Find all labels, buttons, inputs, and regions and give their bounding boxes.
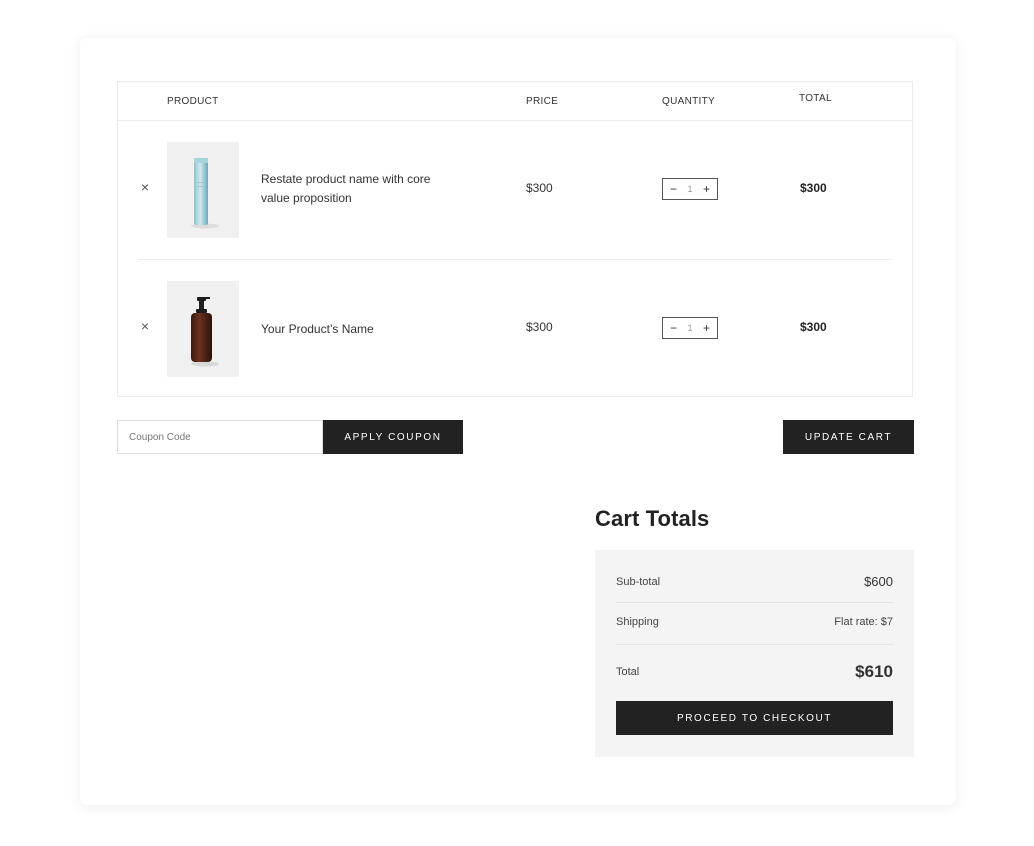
header-product: PRODUCT <box>167 96 219 107</box>
blue-tube-bottle-icon <box>191 158 219 229</box>
shipping-value: Flat rate: $7 <box>834 616 893 628</box>
product-image[interactable] <box>167 281 239 377</box>
shipping-label: Shipping <box>616 616 659 628</box>
totals-divider <box>616 602 893 603</box>
total-row: Total $610 <box>616 662 893 682</box>
total-label: Total <box>616 666 640 678</box>
cart-table: PRODUCT PRICE QUANTITY TOTAL × Restate p… <box>117 81 913 397</box>
subtotal-label: Sub-total <box>616 575 661 588</box>
shipping-row: Shipping Flat rate: $7 <box>616 616 893 628</box>
product-price: $300 <box>526 181 553 195</box>
totals-divider <box>616 644 893 645</box>
quantity-value[interactable]: 1 <box>687 323 692 333</box>
increase-quantity-button[interactable]: + <box>703 183 710 195</box>
amber-pump-bottle-icon <box>191 297 219 367</box>
quantity-stepper[interactable]: − 1 + <box>662 178 718 200</box>
table-row: × Your Product’s Name $300 − 1 + $300 <box>118 260 912 399</box>
coupon-code-input[interactable] <box>117 420 323 454</box>
product-name-link[interactable]: Your Product’s Name <box>261 320 431 339</box>
total-value: $610 <box>855 662 893 681</box>
product-image[interactable] <box>167 142 239 238</box>
cart-card: PRODUCT PRICE QUANTITY TOTAL × Restate p… <box>80 38 956 805</box>
row-total: $300 <box>800 320 827 334</box>
subtotal-row: Sub-total $600 <box>616 574 893 589</box>
decrease-quantity-button[interactable]: − <box>670 322 677 334</box>
cart-totals-panel: Sub-total $600 Shipping Flat rate: $7 To… <box>595 550 914 757</box>
apply-coupon-button[interactable]: APPLY COUPON <box>323 420 463 454</box>
quantity-value[interactable]: 1 <box>687 184 692 194</box>
header-total: TOTAL <box>799 93 832 104</box>
remove-item-icon[interactable]: × <box>139 319 151 333</box>
proceed-to-checkout-button[interactable]: PROCEED TO CHECKOUT <box>616 701 893 735</box>
remove-item-icon[interactable]: × <box>139 180 151 194</box>
cart-totals-title: Cart Totals <box>595 506 710 531</box>
product-name-link[interactable]: Restate product name with core value pro… <box>261 170 431 208</box>
product-price: $300 <box>526 320 553 334</box>
table-header: PRODUCT PRICE QUANTITY TOTAL <box>118 82 912 121</box>
update-cart-button[interactable]: UPDATE CART <box>783 420 914 454</box>
table-row: × Restate product name with core value p… <box>118 121 912 260</box>
header-quantity: QUANTITY <box>662 96 715 107</box>
decrease-quantity-button[interactable]: − <box>670 183 677 195</box>
increase-quantity-button[interactable]: + <box>703 322 710 334</box>
header-price: PRICE <box>526 96 559 107</box>
subtotal-value: $600 <box>864 574 893 589</box>
quantity-stepper[interactable]: − 1 + <box>662 317 718 339</box>
row-total: $300 <box>800 181 827 195</box>
